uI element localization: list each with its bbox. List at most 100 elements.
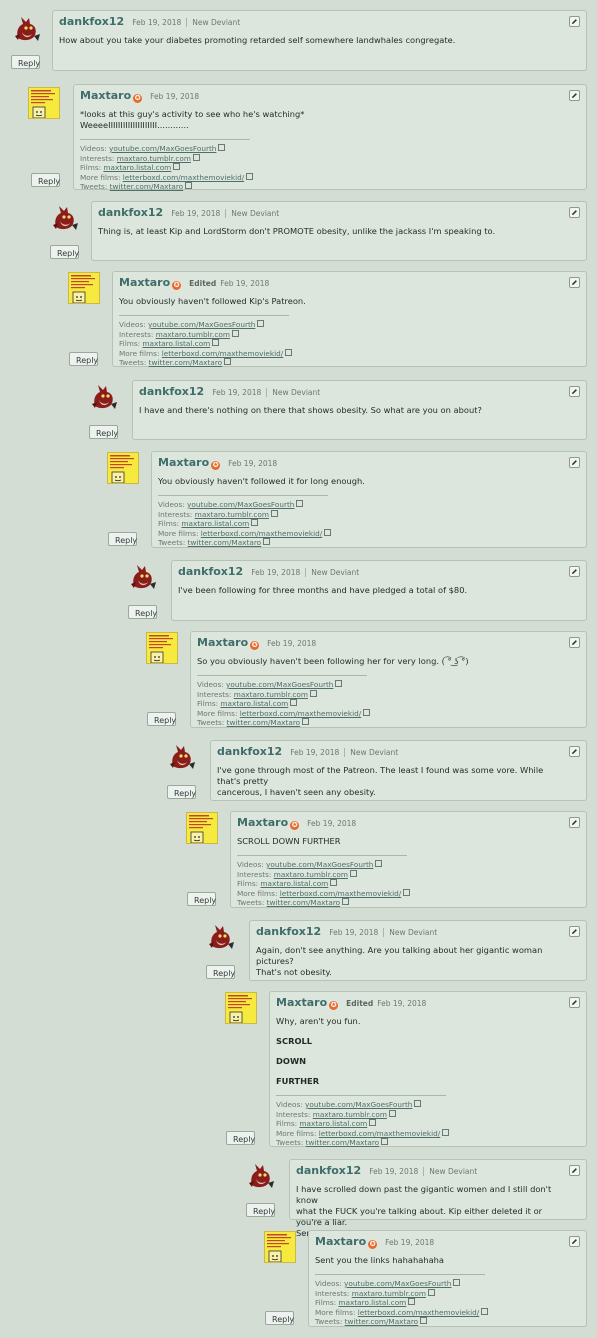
reply-button[interactable]: Reply <box>11 55 40 69</box>
signature-link[interactable]: twitter.com/Maxtaro <box>149 358 222 368</box>
reply-button[interactable]: Reply <box>167 785 196 799</box>
comment-date[interactable]: Feb 19, 2018 <box>307 819 356 828</box>
reply-button[interactable]: Reply <box>69 352 98 366</box>
pencil-icon[interactable] <box>569 637 580 648</box>
signature-link[interactable]: youtube.com/MaxGoesFourth <box>305 1100 412 1109</box>
pencil-icon[interactable] <box>569 90 580 101</box>
avatar-dankfox12[interactable] <box>246 1161 276 1191</box>
comment-date[interactable]: Feb 19, 2018 <box>290 748 339 757</box>
avatar-maxtaro[interactable] <box>146 632 178 664</box>
comment-date[interactable]: Feb 19, 2018 <box>251 568 300 577</box>
signature-link[interactable]: maxtaro.tumblr.com <box>156 330 230 339</box>
signature-link[interactable]: twitter.com/Maxtaro <box>227 718 300 728</box>
signature-link[interactable]: maxtaro.tumblr.com <box>274 870 348 879</box>
signature-link[interactable]: maxtaro.listal.com <box>299 1119 367 1128</box>
pencil-icon[interactable] <box>569 207 580 218</box>
username-link[interactable]: dankfox12 <box>296 1164 361 1177</box>
signature-link[interactable]: letterboxd.com/maxthemoviekid/ <box>358 1308 480 1317</box>
comment-date[interactable]: Feb 19, 2018 <box>385 1238 434 1247</box>
comment-date[interactable]: Feb 19, 2018 <box>132 18 181 27</box>
username-link[interactable]: Maxtaro <box>80 89 131 102</box>
username-link[interactable]: Maxtaro <box>119 276 170 289</box>
signature-link[interactable]: letterboxd.com/maxthemoviekid/ <box>319 1129 441 1138</box>
signature-link[interactable]: letterboxd.com/maxthemoviekid/ <box>201 529 323 538</box>
comment-date[interactable]: Feb 19, 2018 <box>150 92 199 101</box>
avatar-maxtaro[interactable] <box>264 1231 296 1263</box>
reply-button[interactable]: Reply <box>206 965 235 979</box>
signature-link[interactable]: maxtaro.listal.com <box>338 1298 406 1307</box>
pencil-icon[interactable] <box>569 386 580 397</box>
signature-link[interactable]: letterboxd.com/maxthemoviekid/ <box>240 709 362 718</box>
signature-link[interactable]: youtube.com/MaxGoesFourth <box>226 680 333 689</box>
signature-link[interactable]: letterboxd.com/maxthemoviekid/ <box>162 349 284 358</box>
signature-link[interactable]: maxtaro.tumblr.com <box>234 690 308 699</box>
avatar-dankfox12[interactable] <box>206 922 236 952</box>
comment-date[interactable]: Feb 19, 2018 <box>267 639 316 648</box>
comment-date[interactable]: Feb 19, 2018 <box>220 279 269 288</box>
signature-link[interactable]: maxtaro.tumblr.com <box>117 154 191 163</box>
signature-link[interactable]: letterboxd.com/maxthemoviekid/ <box>280 889 402 898</box>
avatar-maxtaro[interactable] <box>107 452 139 484</box>
username-link[interactable]: Maxtaro <box>237 816 288 829</box>
avatar-maxtaro[interactable] <box>186 812 218 844</box>
signature-link[interactable]: twitter.com/Maxtaro <box>306 1138 379 1148</box>
avatar-dankfox12[interactable] <box>89 382 119 412</box>
pencil-icon[interactable] <box>569 817 580 828</box>
reply-button[interactable]: Reply <box>265 1311 294 1325</box>
reply-button[interactable]: Reply <box>147 712 176 726</box>
signature-link[interactable]: maxtaro.tumblr.com <box>352 1289 426 1298</box>
signature-link[interactable]: youtube.com/MaxGoesFourth <box>109 144 216 153</box>
avatar-maxtaro[interactable] <box>225 992 257 1024</box>
signature-link[interactable]: maxtaro.listal.com <box>220 699 288 708</box>
reply-button[interactable]: Reply <box>226 1131 255 1145</box>
pencil-icon[interactable] <box>569 997 580 1008</box>
signature-link[interactable]: twitter.com/Maxtaro <box>345 1317 418 1327</box>
reply-button[interactable]: Reply <box>89 425 118 439</box>
pencil-icon[interactable] <box>569 1165 580 1176</box>
comment-date[interactable]: Feb 19, 2018 <box>228 459 277 468</box>
signature-link[interactable]: youtube.com/MaxGoesFourth <box>187 500 294 509</box>
comment-date[interactable]: Feb 19, 2018 <box>329 928 378 937</box>
pencil-icon[interactable] <box>569 566 580 577</box>
signature-link[interactable]: maxtaro.listal.com <box>181 519 249 528</box>
reply-button[interactable]: Reply <box>128 605 157 619</box>
pencil-icon[interactable] <box>569 746 580 757</box>
signature-link[interactable]: maxtaro.tumblr.com <box>195 510 269 519</box>
signature-link[interactable]: twitter.com/Maxtaro <box>110 182 183 192</box>
avatar-dankfox12[interactable] <box>50 203 80 233</box>
signature-link[interactable]: twitter.com/Maxtaro <box>188 538 261 548</box>
reply-button[interactable]: Reply <box>108 532 137 546</box>
comment-date[interactable]: Feb 19, 2018 <box>212 388 261 397</box>
reply-button[interactable]: Reply <box>246 1203 275 1217</box>
signature-link[interactable]: twitter.com/Maxtaro <box>267 898 340 908</box>
username-link[interactable]: dankfox12 <box>178 565 243 578</box>
avatar-dankfox12[interactable] <box>167 742 197 772</box>
username-link[interactable]: dankfox12 <box>217 745 282 758</box>
reply-button[interactable]: Reply <box>187 892 216 906</box>
comment-date[interactable]: Feb 19, 2018 <box>369 1167 418 1176</box>
reply-button[interactable]: Reply <box>31 173 60 187</box>
avatar-dankfox12[interactable] <box>12 14 42 44</box>
signature-link[interactable]: maxtaro.listal.com <box>142 339 210 348</box>
signature-link[interactable]: youtube.com/MaxGoesFourth <box>266 860 373 869</box>
comment-date[interactable]: Feb 19, 2018 <box>171 209 220 218</box>
pencil-icon[interactable] <box>569 457 580 468</box>
signature-link[interactable]: maxtaro.tumblr.com <box>313 1110 387 1119</box>
avatar-dankfox12[interactable] <box>128 562 158 592</box>
username-link[interactable]: Maxtaro <box>276 996 327 1009</box>
signature-link[interactable]: youtube.com/MaxGoesFourth <box>344 1279 451 1288</box>
username-link[interactable]: dankfox12 <box>256 925 321 938</box>
reply-button[interactable]: Reply <box>50 245 79 259</box>
username-link[interactable]: Maxtaro <box>158 456 209 469</box>
pencil-icon[interactable] <box>569 277 580 288</box>
username-link[interactable]: Maxtaro <box>197 636 248 649</box>
signature-link[interactable]: maxtaro.listal.com <box>103 163 171 172</box>
username-link[interactable]: Maxtaro <box>315 1235 366 1248</box>
avatar-maxtaro[interactable] <box>28 87 60 119</box>
signature-link[interactable]: maxtaro.listal.com <box>260 879 328 888</box>
username-link[interactable]: dankfox12 <box>139 385 204 398</box>
comment-date[interactable]: Feb 19, 2018 <box>377 999 426 1008</box>
pencil-icon[interactable] <box>569 1236 580 1247</box>
signature-link[interactable]: youtube.com/MaxGoesFourth <box>148 320 255 329</box>
username-link[interactable]: dankfox12 <box>59 15 124 28</box>
